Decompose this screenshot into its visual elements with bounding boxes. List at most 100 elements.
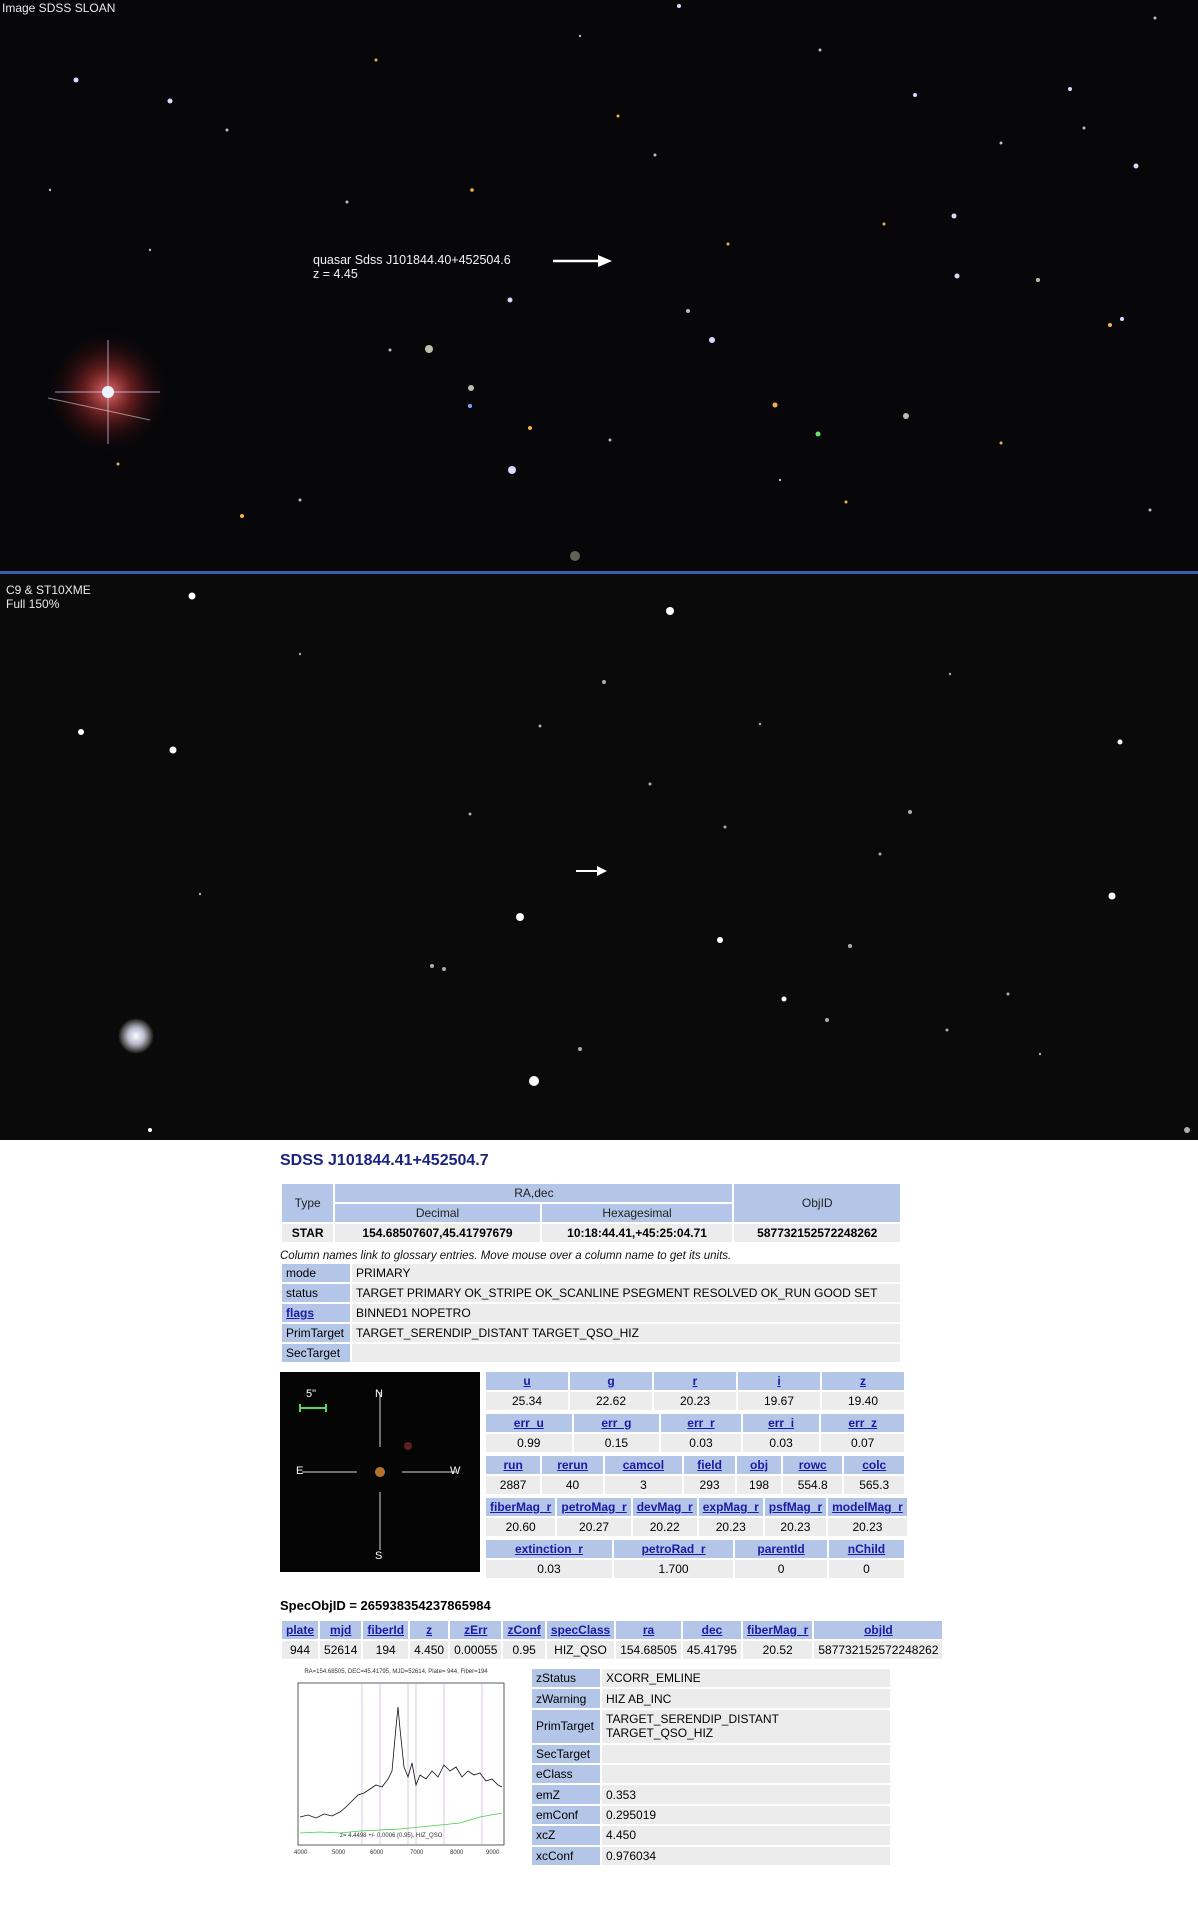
fibermag-value: 20.60 xyxy=(486,1518,556,1536)
rowc-value: 554.8 xyxy=(782,1476,843,1494)
i-value: 19.67 xyxy=(738,1392,820,1410)
modelmag-link[interactable]: modelMag_r xyxy=(832,1500,903,1514)
dec-value: 45.41795 xyxy=(682,1641,741,1659)
spec-detail-row: eClass xyxy=(532,1764,890,1784)
run-link[interactable]: run xyxy=(503,1458,522,1472)
ra-link[interactable]: ra xyxy=(643,1623,654,1637)
ugriz-table: u g r i z 25.34 22.62 20.23 19.67 19.40 xyxy=(484,1370,906,1412)
extinction-link[interactable]: extinction_r xyxy=(515,1542,583,1556)
fiberid-link[interactable]: fiberId xyxy=(367,1623,404,1637)
type-value: STAR xyxy=(282,1224,334,1242)
parentid-link[interactable]: parentId xyxy=(757,1542,804,1556)
flags-table: mode PRIMARY status TARGET PRIMARY OK_STRI… xyxy=(280,1262,902,1364)
spec-detail-row: SecTarget xyxy=(532,1744,890,1763)
svg-text:9000: 9000 xyxy=(486,1850,500,1856)
spec-fibermag-link[interactable]: fiberMag_r xyxy=(747,1623,808,1637)
spec-objid-value: 587732152572248262 xyxy=(814,1641,943,1659)
specclass-link[interactable]: specClass xyxy=(551,1623,610,1637)
obj-link[interactable]: obj xyxy=(750,1458,768,1472)
petrorad-link[interactable]: petroRad_r xyxy=(642,1542,706,1556)
z-spec-link[interactable]: z xyxy=(426,1623,432,1637)
dec-link[interactable]: dec xyxy=(702,1623,723,1637)
svg-text:5000: 5000 xyxy=(332,1850,346,1856)
psfmag-link[interactable]: psfMag_r xyxy=(769,1500,822,1514)
camcol-value: 3 xyxy=(604,1476,683,1494)
finder-south: S xyxy=(375,1550,383,1562)
flags-value: BINNED1 NOPETRO xyxy=(352,1304,900,1322)
colc-value: 565.3 xyxy=(844,1476,904,1494)
glossary-note: Column names link to glossary entries. M… xyxy=(280,1250,732,1262)
z-link[interactable]: z xyxy=(860,1374,866,1388)
z-spec-value: 4.450 xyxy=(410,1641,449,1659)
camcol-link[interactable]: camcol xyxy=(623,1458,664,1472)
expmag-value: 20.23 xyxy=(698,1518,763,1536)
expmag-link[interactable]: expMag_r xyxy=(703,1500,759,1514)
rerun-link[interactable]: rerun xyxy=(557,1458,588,1472)
err-z-value: 0.07 xyxy=(821,1434,904,1452)
objid-header: ObjID xyxy=(734,1184,900,1222)
devmag-link[interactable]: devMag_r xyxy=(637,1500,693,1514)
err-r-link[interactable]: err_r xyxy=(687,1416,714,1430)
flags-row: status TARGET PRIMARY OK_STRIPE OK_SCANLI… xyxy=(282,1284,900,1302)
objid-value: 587732152572248262 xyxy=(734,1224,900,1242)
spec-detail-row: xcZ 4.450 xyxy=(532,1826,890,1845)
primtarget-value: TARGET_SERENDIP_DISTANT TARGET_QSO_HIZ xyxy=(352,1324,900,1342)
extinction-value: 0.03 xyxy=(486,1560,612,1578)
err-z-link[interactable]: err_z xyxy=(848,1416,877,1430)
type-header: Type xyxy=(282,1184,334,1222)
quasar-annotation: quasar Sdss J101844.40+452504.6 z = 4.45 xyxy=(313,253,511,281)
spec-sectarget-label: SecTarget xyxy=(532,1744,600,1763)
spec-detail-row: xcConf 0.976034 xyxy=(532,1846,890,1865)
object-title: SDSS J101844.41+452504.7 xyxy=(280,1152,489,1169)
status-value: TARGET PRIMARY OK_STRIPE OK_SCANLINE PSE… xyxy=(352,1284,900,1302)
spectrum-plot[interactable]: RA=154.68505, DEC=45.41795, MJD=52614, P… xyxy=(280,1667,512,1867)
err-u-link[interactable]: err_u xyxy=(514,1416,544,1430)
err-i-link[interactable]: err_i xyxy=(768,1416,794,1430)
rowc-link[interactable]: rowc xyxy=(799,1458,827,1472)
primtarget-label: PrimTarget xyxy=(282,1324,350,1342)
run-value: 2887 xyxy=(486,1476,541,1494)
spec-objid-link[interactable]: objId xyxy=(864,1623,893,1637)
err-g-link[interactable]: err_g xyxy=(601,1416,631,1430)
g-value: 22.62 xyxy=(570,1392,652,1410)
quasar-redshift: z = 4.45 xyxy=(313,267,358,281)
top-image-label: Image SDSS SLOAN xyxy=(2,1,116,15)
flags-link[interactable]: flags xyxy=(286,1306,314,1320)
zerr-link[interactable]: zErr xyxy=(464,1623,487,1637)
xcconf-label: xcConf xyxy=(532,1846,600,1865)
finder-north: N xyxy=(375,1388,383,1400)
i-link[interactable]: i xyxy=(777,1374,780,1388)
emconf-label: emConf xyxy=(532,1805,600,1825)
finder-scale: 5" xyxy=(306,1388,317,1400)
nchild-value: 0 xyxy=(828,1560,904,1578)
fibermag-link[interactable]: fiberMag_r xyxy=(490,1500,551,1514)
sdss-starfield xyxy=(47,4,1157,561)
spec-sectarget-value xyxy=(602,1744,890,1763)
finder-chart[interactable]: 5" N S E W xyxy=(280,1372,480,1572)
petromag-link[interactable]: petroMag_r xyxy=(561,1500,626,1514)
plate-link[interactable]: plate xyxy=(286,1623,314,1637)
quasar-name: quasar Sdss J101844.40+452504.6 xyxy=(313,253,511,267)
nchild-link[interactable]: nChild xyxy=(848,1542,885,1556)
plot-caption: RA=154.68505, DEC=45.41795, MJD=52614, P… xyxy=(304,1669,488,1675)
r-link[interactable]: r xyxy=(693,1374,698,1388)
field-link[interactable]: field xyxy=(697,1458,722,1472)
err-u-value: 0.99 xyxy=(486,1434,572,1452)
svg-text:6000: 6000 xyxy=(370,1850,384,1856)
colc-link[interactable]: colc xyxy=(862,1458,886,1472)
r-value: 20.23 xyxy=(654,1392,736,1410)
zwarning-value: HIZ AB_INC xyxy=(602,1689,890,1708)
mode-value: PRIMARY xyxy=(352,1264,900,1282)
field-value: 293 xyxy=(684,1476,736,1494)
zconf-link[interactable]: zConf xyxy=(507,1623,540,1637)
decimal-value: 154.68507607,45.41797679 xyxy=(335,1224,540,1242)
hexagesimal-value: 10:18:44.41,+45:25:04.71 xyxy=(541,1224,733,1242)
mjd-link[interactable]: mjd xyxy=(330,1623,351,1637)
specobjid-title: SpecObjID = 265938354237865984 xyxy=(280,1598,491,1613)
magnitude-tables: ugriz 25.34 22.62 20.23 19.67 19.40 err_u err… xyxy=(484,1370,909,1580)
xcz-value: 4.450 xyxy=(602,1826,890,1845)
ra-value: 154.68505 xyxy=(616,1641,681,1659)
amateur-sky-image: C9 & ST10XME Full 150% xyxy=(0,574,1198,1140)
g-link[interactable]: g xyxy=(607,1374,614,1388)
u-link[interactable]: u xyxy=(523,1374,530,1388)
